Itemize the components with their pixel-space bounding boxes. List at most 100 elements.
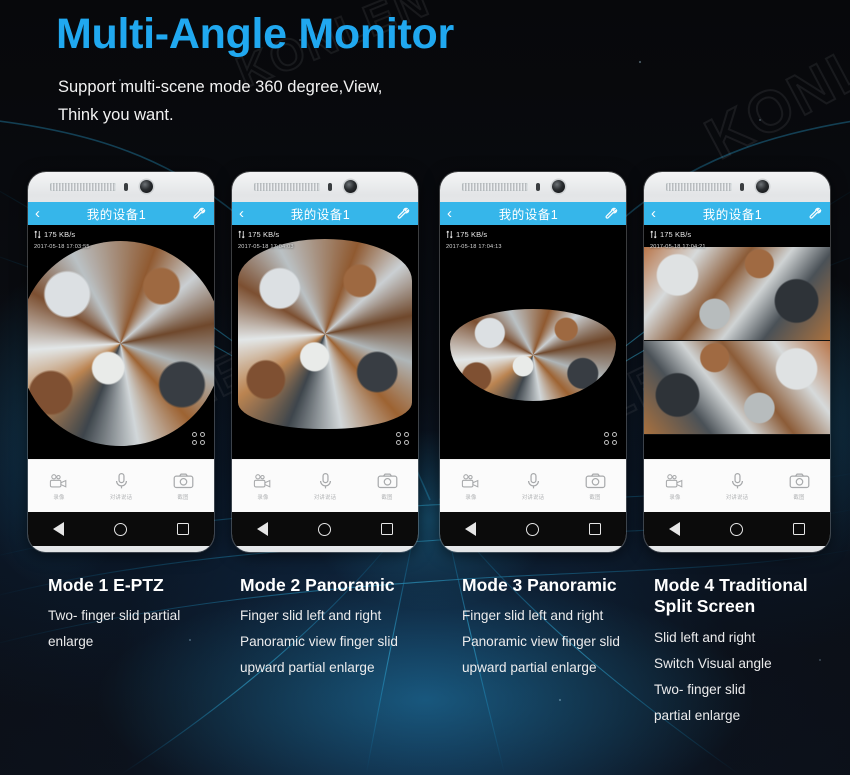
android-home-icon[interactable] (730, 522, 743, 536)
video-feed-split-screen[interactable] (644, 225, 830, 459)
talk-button[interactable]: 对讲说话 (507, 472, 559, 501)
talk-button[interactable]: 对讲说话 (299, 472, 351, 501)
split-pane-top[interactable] (644, 247, 830, 341)
video-feed-e-ptz[interactable] (28, 225, 214, 459)
subtitle-line-2: Think you want. (58, 106, 174, 124)
android-recents-icon[interactable] (177, 523, 189, 535)
earpiece-grille-icon (666, 183, 732, 191)
split-screen-container[interactable] (644, 247, 830, 435)
android-nav-bar (28, 512, 214, 546)
front-camera-icon (552, 180, 565, 193)
wrench-icon[interactable] (193, 207, 207, 221)
bitrate-indicator: 175 KB/s (446, 230, 487, 239)
video-timestamp: 2017-05-18 17:04:13 (446, 244, 502, 250)
record-button[interactable]: 录像 (33, 472, 85, 501)
android-home-icon[interactable] (318, 522, 331, 536)
caption-mode-3: Mode 3 Panoramic Finger slid left and ri… (462, 575, 652, 686)
record-label: 录像 (669, 494, 681, 501)
talk-button[interactable]: 对讲说话 (711, 472, 763, 501)
app-bar-title: 我的设备1 (702, 208, 763, 222)
snapshot-label: 截图 (381, 494, 393, 501)
back-button[interactable]: ‹ (239, 206, 244, 221)
snapshot-button[interactable]: 截图 (361, 472, 413, 501)
android-nav-bar (232, 512, 418, 546)
record-label: 录像 (53, 494, 65, 501)
caption-line: Panoramic view finger slid (462, 634, 620, 650)
video-screen[interactable]: 175 KB/s 2017-05-18 17:04:21 (644, 225, 830, 459)
caption-title: Mode 2 Panoramic (240, 575, 395, 595)
grid-view-icon[interactable] (604, 432, 617, 445)
phone-bottom-bezel (440, 546, 626, 552)
android-back-icon[interactable] (465, 522, 476, 536)
android-recents-icon[interactable] (793, 523, 805, 535)
bitrate-value: 175 KB/s (248, 230, 280, 239)
snapshot-button[interactable]: 截图 (773, 472, 825, 501)
phone-mode-2: ‹ 我的设备1 175 KB/s 2017-05-18 17:04:03 录像 (232, 172, 418, 552)
grid-view-icon[interactable] (396, 432, 409, 445)
wrench-icon[interactable] (397, 207, 411, 221)
split-pane-bottom[interactable] (644, 341, 830, 435)
android-recents-icon[interactable] (589, 523, 601, 535)
snapshot-button[interactable]: 截图 (157, 472, 209, 501)
caption-line: partial enlarge (654, 707, 741, 723)
app-bar: ‹ 我的设备1 (28, 202, 214, 225)
bitrate-indicator: 175 KB/s (238, 230, 279, 239)
video-record-icon (253, 473, 270, 488)
back-button[interactable]: ‹ (35, 206, 40, 221)
phone-top-bezel (28, 172, 214, 202)
wrench-icon[interactable] (605, 207, 619, 221)
record-button[interactable]: 录像 (237, 472, 289, 501)
back-button[interactable]: ‹ (651, 206, 656, 221)
network-arrows-icon (446, 230, 453, 239)
front-camera-icon (140, 180, 153, 193)
control-bar: 录像 对讲说话 截图 (644, 459, 830, 512)
caption-line: Slid left and right (654, 629, 756, 645)
record-button[interactable]: 录像 (445, 472, 497, 501)
dome-panorama-view[interactable] (450, 309, 616, 401)
talk-button[interactable]: 对讲说话 (95, 472, 147, 501)
control-bar: 录像 对讲说话 截图 (28, 459, 214, 512)
caption-title: Mode 4 Traditional Split Screen (654, 575, 808, 617)
android-back-icon[interactable] (257, 522, 268, 536)
caption-mode-1: Mode 1 E-PTZ Two- finger slid partial en… (48, 575, 246, 660)
proximity-sensor-icon (536, 183, 540, 191)
bitrate-indicator: 175 KB/s (650, 230, 691, 239)
video-record-icon (665, 473, 682, 488)
camera-snapshot-icon (173, 473, 193, 488)
video-screen[interactable]: 175 KB/s 2017-05-18 17:03:55 (28, 225, 214, 459)
proximity-sensor-icon (740, 183, 744, 191)
fisheye-view[interactable] (28, 241, 214, 446)
video-feed-panoramic-cylinder[interactable] (232, 225, 418, 459)
android-back-icon[interactable] (53, 522, 64, 536)
video-screen[interactable]: 175 KB/s 2017-05-18 17:04:03 (232, 225, 418, 459)
android-home-icon[interactable] (114, 522, 127, 536)
phone-top-bezel (440, 172, 626, 202)
snapshot-label: 截图 (793, 494, 805, 501)
video-screen[interactable]: 175 KB/s 2017-05-18 17:04:13 (440, 225, 626, 459)
caption-title: Mode 3 Panoramic (462, 575, 617, 595)
back-button[interactable]: ‹ (447, 206, 452, 221)
earpiece-grille-icon (462, 183, 528, 191)
snapshot-button[interactable]: 截图 (569, 472, 621, 501)
caption-line: Finger slid left and right (240, 608, 382, 624)
record-button[interactable]: 录像 (649, 472, 701, 501)
android-nav-bar (644, 512, 830, 546)
bitrate-value: 175 KB/s (44, 230, 76, 239)
camera-snapshot-icon (789, 473, 809, 488)
wrench-icon[interactable] (809, 207, 823, 221)
video-feed-panoramic-dome[interactable] (440, 225, 626, 459)
grid-view-icon[interactable] (192, 432, 205, 445)
record-label: 录像 (465, 494, 477, 501)
android-home-icon[interactable] (526, 522, 539, 536)
caption-line: upward partial enlarge (240, 660, 375, 676)
talk-label: 对讲说话 (313, 494, 337, 501)
phone-mode-4: ‹ 我的设备1 175 KB/s 2017-05-18 17:04:21 录像 … (644, 172, 830, 552)
android-back-icon[interactable] (669, 522, 680, 536)
microphone-icon (115, 472, 127, 488)
talk-label: 对讲说话 (725, 494, 749, 501)
front-camera-icon (344, 180, 357, 193)
front-camera-icon (756, 180, 769, 193)
android-recents-icon[interactable] (381, 523, 393, 535)
cylinder-panorama-view[interactable] (238, 239, 412, 429)
network-arrows-icon (34, 230, 41, 239)
